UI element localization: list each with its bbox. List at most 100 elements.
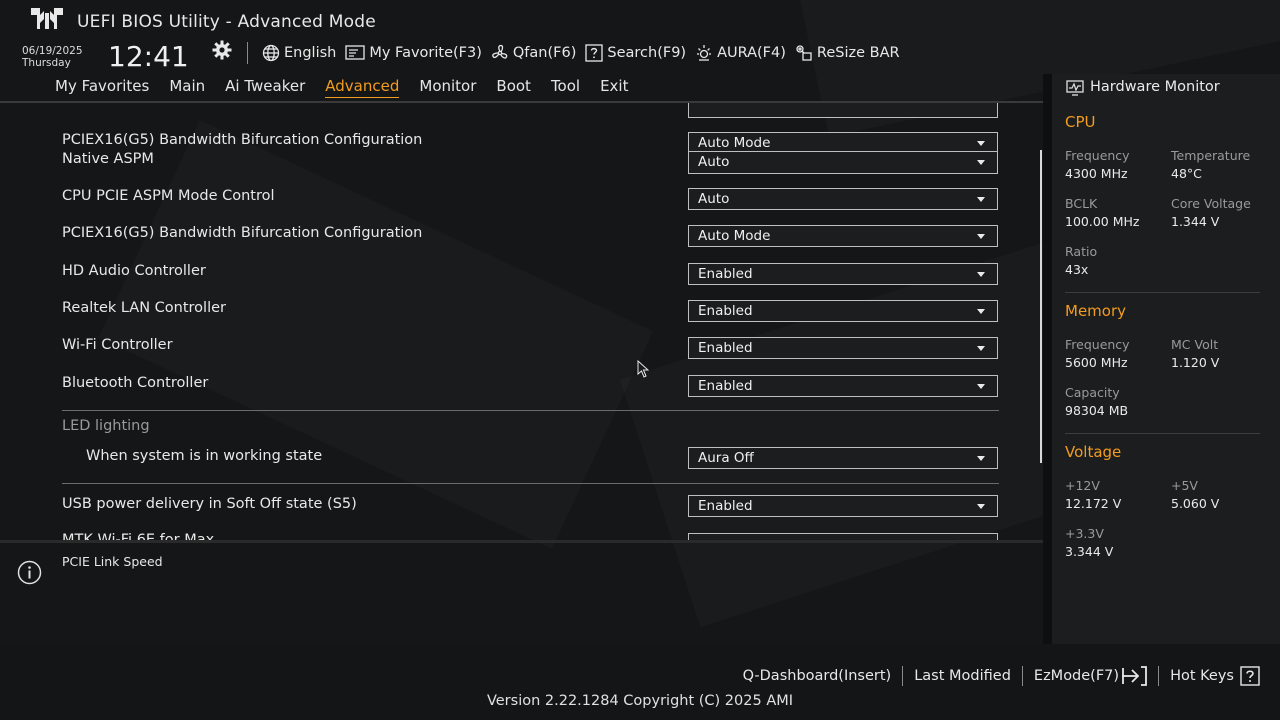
last-modified-button[interactable]: Last Modified	[914, 668, 1011, 684]
setting-label: Realtek LAN Controller	[62, 300, 226, 316]
date-text: 06/19/2025	[22, 45, 83, 57]
tab-main[interactable]: Main	[169, 77, 205, 98]
search-label: Search(F9)	[607, 45, 687, 61]
resize-bar-label: ReSize BAR	[816, 45, 900, 61]
info-icon	[17, 560, 42, 585]
hw-value-capacity: 98304 MB	[1065, 403, 1129, 418]
tab-exit[interactable]: Exit	[600, 77, 628, 98]
fan-icon	[492, 44, 508, 59]
hw-label: +3.3V	[1065, 526, 1104, 541]
setting-value: Auto	[698, 191, 730, 207]
setting-label: MTK Wi-Fi 6E for Max	[62, 532, 215, 540]
search-button[interactable]: Search(F9)	[585, 44, 686, 62]
toolbar: English My Favorite(F3) Qfan(F6) Search(…	[262, 42, 909, 64]
monitor-icon	[1066, 80, 1084, 96]
hw-section-memory: Memory	[1065, 302, 1127, 320]
chevron-down-icon	[977, 309, 985, 314]
setting-label: HD Audio Controller	[62, 263, 206, 279]
setting-dropdown[interactable]: Enabled	[688, 300, 998, 322]
hot-keys-button[interactable]: Hot Keys	[1170, 666, 1260, 686]
hw-value-core-voltage: 1.344 V	[1171, 214, 1220, 229]
setting-dropdown[interactable]: Aura Off	[688, 447, 998, 469]
my-favorite-button[interactable]: My Favorite(F3)	[345, 45, 482, 61]
chevron-down-icon	[977, 272, 985, 277]
setting-dropdown[interactable]: Auto Mode	[688, 225, 998, 247]
favorite-icon	[345, 45, 366, 60]
hw-value-cpu-frequency: 4300 MHz	[1065, 166, 1128, 181]
setting-dropdown-partial-top[interactable]	[688, 103, 998, 118]
setting-value: Auto	[698, 154, 730, 170]
app-title: UEFI BIOS Utility - Advanced Mode	[77, 12, 376, 32]
setting-dropdown[interactable]: Auto Mode	[688, 132, 998, 153]
aura-label: AURA(F4)	[717, 45, 786, 61]
aura-button[interactable]: AURA(F4)	[695, 44, 786, 62]
chevron-down-icon	[977, 141, 985, 146]
section-divider	[62, 410, 999, 411]
setting-dropdown[interactable]: Enabled	[688, 337, 998, 359]
exit-arrow-icon	[1122, 666, 1147, 686]
setting-label: When system is in working state	[86, 448, 323, 464]
bottom-divider	[1158, 666, 1160, 686]
tab-advanced[interactable]: Advanced	[325, 77, 400, 98]
help-question-icon	[1240, 666, 1260, 686]
setting-dropdown-partial-bottom[interactable]	[688, 533, 998, 540]
setting-value: Aura Off	[698, 450, 754, 466]
setting-value: Enabled	[698, 498, 753, 514]
setting-label: Wi-Fi Controller	[62, 337, 173, 353]
chevron-down-icon	[977, 197, 985, 202]
mouse-cursor-icon	[637, 360, 649, 378]
setting-dropdown[interactable]: Enabled	[688, 263, 998, 285]
q-dashboard-button[interactable]: Q-Dashboard(Insert)	[743, 668, 892, 684]
top-bar: UEFI BIOS Utility - Advanced Mode 06/19/…	[0, 0, 1280, 74]
setting-dropdown[interactable]: Enabled	[688, 375, 998, 397]
setting-dropdown[interactable]: Auto	[688, 151, 998, 174]
hw-monitor-border	[1043, 74, 1052, 644]
aura-icon	[697, 45, 712, 61]
hw-label: Core Voltage	[1171, 196, 1251, 211]
ezmode-label: EzMode(F7)	[1033, 668, 1120, 684]
my-favorite-label: My Favorite(F3)	[369, 45, 482, 61]
resize-bar-button[interactable]: ReSize BAR	[795, 44, 900, 62]
hw-label: +5V	[1171, 478, 1198, 493]
hw-label: Frequency	[1065, 148, 1130, 163]
scrollbar[interactable]	[1040, 150, 1042, 463]
setting-dropdown[interactable]: Auto	[688, 188, 998, 210]
chevron-down-icon	[977, 160, 985, 165]
hw-value-cpu-temperature: 48°C	[1171, 166, 1202, 181]
hw-section-voltage: Voltage	[1065, 443, 1122, 461]
tab-my-favorites[interactable]: My Favorites	[55, 77, 149, 98]
help-text: PCIE Link Speed	[62, 554, 163, 569]
hw-divider	[1065, 433, 1260, 434]
ezmode-button[interactable]: EzMode(F7)	[1034, 666, 1147, 686]
setting-label: Native ASPM	[62, 151, 154, 167]
qfan-label: Qfan(F6)	[512, 45, 577, 61]
toolbar-divider	[247, 42, 248, 64]
globe-icon	[262, 44, 280, 62]
setting-label: PCIEX16(G5) Bandwidth Bifurcation Config…	[62, 132, 423, 148]
tab-monitor[interactable]: Monitor	[419, 77, 476, 98]
setting-label: USB power delivery in Soft Off state (S5…	[62, 496, 357, 512]
hw-monitor-title: Hardware Monitor	[1090, 79, 1220, 95]
hw-label: Capacity	[1065, 385, 1120, 400]
bottom-bar: Q-Dashboard(Insert) Last Modified EzMode…	[0, 644, 1280, 720]
version-text: Version 2.22.1284 Copyright (C) 2025 AMI	[486, 693, 794, 709]
hw-section-cpu: CPU	[1065, 113, 1096, 131]
tab-boot[interactable]: Boot	[496, 77, 531, 98]
chevron-down-icon	[977, 504, 985, 509]
tuf-logo-icon	[31, 8, 63, 29]
hw-value-mem-frequency: 5600 MHz	[1065, 355, 1128, 370]
setting-dropdown[interactable]: Enabled	[688, 495, 998, 517]
main-tabs: My Favorites Main Ai Tweaker Advanced Mo…	[55, 77, 648, 98]
bottom-divider	[1021, 666, 1023, 686]
qfan-button[interactable]: Qfan(F6)	[491, 44, 576, 62]
tab-tool[interactable]: Tool	[551, 77, 580, 98]
language-button[interactable]: English	[262, 44, 336, 62]
chevron-down-icon	[977, 456, 985, 461]
setting-value: Enabled	[698, 303, 753, 319]
setting-label: Bluetooth Controller	[62, 375, 209, 391]
setting-value: Auto Mode	[698, 135, 771, 151]
tab-ai-tweaker[interactable]: Ai Tweaker	[225, 77, 305, 98]
setting-value: Enabled	[698, 378, 753, 394]
hw-value-mc-volt: 1.120 V	[1171, 355, 1220, 370]
gear-icon[interactable]	[212, 40, 232, 60]
